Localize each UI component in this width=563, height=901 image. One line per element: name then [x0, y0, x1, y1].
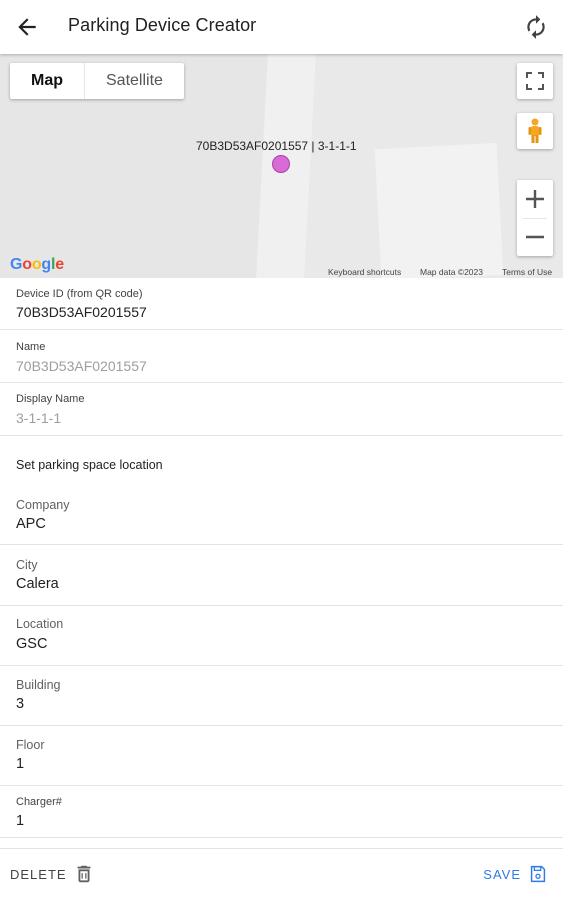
company-field[interactable]: Company APC [0, 488, 563, 544]
city-field[interactable]: City Calera [0, 545, 563, 605]
arrow-back-icon [18, 18, 36, 36]
city-value: Calera [16, 576, 59, 592]
city-label: City [16, 558, 38, 572]
map-type-control: Map Satellite [10, 63, 184, 99]
map-data-attribution: Map data ©2023 [420, 267, 483, 277]
google-logo-letter: G [10, 256, 23, 273]
map-view[interactable]: Map Satellite 70B3D53AF0201557 | 3-1-1-1… [0, 54, 563, 278]
floor-value: 1 [16, 756, 25, 772]
google-logo-letter: g [41, 256, 51, 273]
marker-label: 70B3D53AF0201557 | 3-1-1-1 [196, 139, 357, 153]
terms-of-use-link[interactable]: Terms of Use [502, 267, 552, 277]
section-title: Set parking space location [16, 458, 163, 472]
save-label: SAVE [483, 866, 521, 882]
name-label: Name [16, 341, 46, 353]
divider [0, 435, 563, 436]
name-field[interactable]: Name 70B3D53AF0201557 [0, 330, 563, 382]
floor-label: Floor [16, 738, 45, 752]
page-title: Parking Device Creator [68, 15, 257, 35]
fullscreen-icon [526, 72, 544, 90]
back-button[interactable] [14, 14, 40, 40]
charger-field[interactable]: Charger# 1 [0, 786, 563, 838]
map-marker[interactable] [272, 155, 290, 173]
device-id-label: Device ID (from QR code) [16, 288, 143, 300]
device-id-field[interactable]: Device ID (from QR code) 70B3D53AF020155… [0, 278, 563, 330]
google-logo-letter: o [22, 256, 32, 273]
google-logo: Google [10, 256, 64, 274]
trash-icon [77, 865, 90, 883]
location-field[interactable]: Location GSC [0, 606, 563, 665]
charger-value: 1 [16, 813, 25, 829]
company-label: Company [16, 498, 70, 512]
bottom-action-bar: DELETE SAVE [0, 848, 563, 901]
display-name-value: 3-1-1-1 [16, 410, 62, 426]
save-button[interactable]: SAVE [483, 863, 549, 885]
building-field[interactable]: Building 3 [0, 666, 563, 725]
company-value: APC [16, 516, 46, 532]
charger-label: Charger# [16, 796, 62, 808]
zoom-in-button[interactable] [517, 180, 553, 218]
pegman-icon [528, 118, 542, 143]
fullscreen-button[interactable] [517, 63, 553, 99]
zoom-control [517, 180, 553, 256]
delete-label: DELETE [10, 866, 67, 882]
plus-icon [526, 190, 544, 208]
minus-icon [526, 235, 544, 239]
device-id-value: 70B3D53AF0201557 [16, 304, 147, 320]
save-icon [530, 865, 546, 883]
map-type-satellite-button[interactable]: Satellite [84, 63, 184, 99]
keyboard-shortcuts-link[interactable]: Keyboard shortcuts [328, 267, 401, 277]
location-value: GSC [16, 636, 48, 652]
name-value: 70B3D53AF0201557 [16, 358, 147, 374]
building-value: 3 [16, 696, 25, 712]
street-view-pegman-button[interactable] [517, 113, 553, 149]
google-logo-letter: e [55, 256, 64, 273]
zoom-out-button[interactable] [517, 218, 553, 256]
refresh-button[interactable] [523, 14, 549, 40]
display-name-label: Display Name [16, 393, 85, 405]
floor-field[interactable]: Floor 1 [0, 726, 563, 785]
building-label: Building [16, 678, 61, 692]
divider [0, 837, 563, 838]
refresh-icon [527, 15, 545, 39]
map-building [374, 142, 504, 278]
map-type-map-button[interactable]: Map [10, 63, 84, 99]
app-bar: Parking Device Creator [0, 0, 563, 54]
location-label: Location [16, 617, 64, 631]
google-logo-letter: o [31, 256, 42, 273]
display-name-field[interactable]: Display Name 3-1-1-1 [0, 383, 563, 435]
delete-button[interactable]: DELETE [10, 863, 95, 885]
